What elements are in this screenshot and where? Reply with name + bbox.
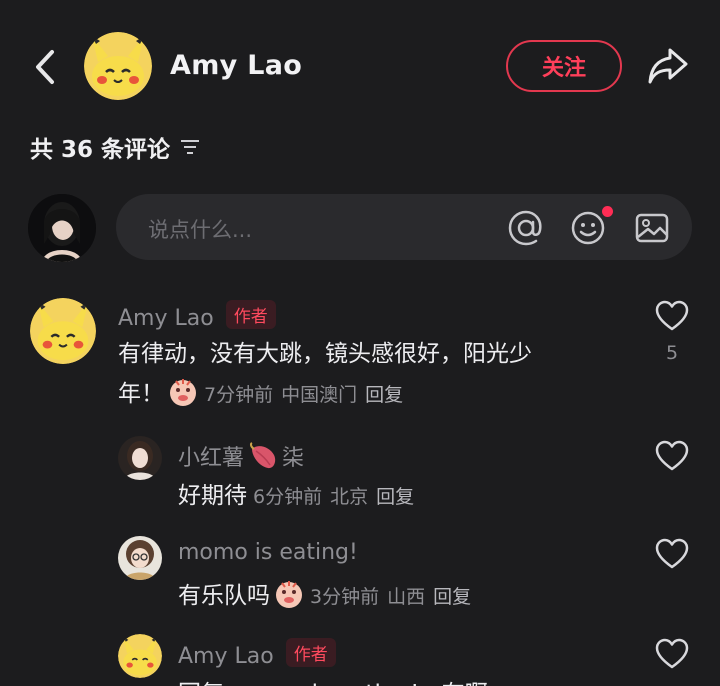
comment-time: 6分钟前 bbox=[253, 486, 323, 508]
comment-input-placeholder: 说点什么... bbox=[148, 218, 253, 242]
commenter-avatar[interactable] bbox=[118, 536, 162, 580]
commenter-name-text: Amy Lao bbox=[118, 306, 214, 331]
comment-text: 回复 momo is eating! : 有啊 bbox=[178, 674, 488, 686]
comment-composer: 说点什么... bbox=[0, 190, 720, 270]
comment-text: 好期待 6分钟前 北京 回复 bbox=[178, 476, 422, 517]
commenter-name[interactable]: 小红薯 柒 bbox=[178, 440, 304, 472]
comment-location: 中国澳门 bbox=[281, 384, 358, 406]
reply-button[interactable]: 回复 bbox=[376, 486, 414, 508]
commenter-avatar[interactable] bbox=[30, 298, 96, 364]
comment-time: 3分钟前 bbox=[310, 586, 380, 608]
like-count: 5 bbox=[665, 342, 679, 364]
follow-button[interactable]: 关注 bbox=[506, 40, 622, 92]
author-badge: 作者 bbox=[285, 638, 336, 667]
commenter-name-suffix: 柒 bbox=[282, 446, 305, 471]
comment-meta: 6分钟前 北京 回复 bbox=[253, 486, 422, 508]
comment-text-line: 有律动，没有大跳，镜头感很好，阳光少 bbox=[118, 341, 532, 367]
comment-count-row: 共 36 条评论 bbox=[30, 130, 202, 164]
sticker-icon bbox=[170, 379, 196, 406]
comment-time: 7分钟前 bbox=[204, 384, 274, 406]
author-badge: 作者 bbox=[225, 300, 276, 329]
commenter-name[interactable]: Amy Lao 作者 bbox=[118, 300, 276, 331]
commenter-name-text: Amy Lao bbox=[178, 644, 274, 669]
comment-text-line-2: 年！ 7分钟前 中国澳门 回复 bbox=[118, 374, 532, 415]
image-icon[interactable] bbox=[632, 208, 672, 248]
comment-item: Amy Lao 作者 有律动，没有大跳，镜头感很好，阳光少 年！ 7分钟前 中国澳门回… bbox=[0, 290, 720, 420]
heart-icon[interactable] bbox=[654, 538, 690, 570]
my-avatar[interactable] bbox=[28, 194, 96, 262]
reply-item: 小红薯 柒 好期待 6分钟前 北京 回复 bbox=[0, 430, 720, 520]
author-avatar[interactable] bbox=[84, 32, 152, 100]
reply-item: Amy Lao 作者 回复 momo is eating! : 有啊 bbox=[0, 630, 720, 686]
sweet-potato-icon bbox=[249, 442, 276, 469]
comment-text-body: 好期待 bbox=[178, 483, 247, 509]
comment-input[interactable]: 说点什么... bbox=[116, 194, 692, 260]
heart-icon[interactable] bbox=[654, 300, 690, 332]
comment-meta: 7分钟前 中国澳门 回复 bbox=[204, 384, 411, 406]
author-name[interactable]: Amy Lao bbox=[170, 50, 302, 81]
sticker-icon bbox=[276, 581, 302, 608]
at-icon[interactable] bbox=[506, 208, 546, 248]
reply-item: momo is eating! 有乐队吗 3分钟前 山西 回复 bbox=[0, 530, 720, 620]
comment-meta: 3分钟前 山西 回复 bbox=[310, 586, 479, 608]
commenter-name-prefix: 小红薯 bbox=[178, 446, 245, 471]
commenter-avatar[interactable] bbox=[118, 634, 162, 678]
back-icon[interactable] bbox=[28, 44, 64, 90]
reply-button[interactable]: 回复 bbox=[433, 586, 471, 608]
reply-button[interactable]: 回复 bbox=[365, 384, 403, 406]
share-icon[interactable] bbox=[644, 42, 692, 90]
commenter-name[interactable]: momo is eating! bbox=[178, 540, 358, 565]
comment-text: 有乐队吗 3分钟前 山西 回复 bbox=[178, 576, 479, 617]
commenter-name[interactable]: Amy Lao 作者 bbox=[178, 638, 336, 669]
comment-text-body: 有乐队吗 bbox=[178, 583, 270, 609]
comment-text: 有律动，没有大跳，镜头感很好，阳光少 年！ 7分钟前 中国澳门 回复 bbox=[118, 334, 532, 415]
emoji-notification-dot bbox=[602, 206, 613, 217]
heart-icon[interactable] bbox=[654, 440, 690, 472]
comment-location: 山西 bbox=[387, 586, 426, 608]
heart-icon[interactable] bbox=[654, 638, 690, 670]
filter-icon[interactable] bbox=[178, 135, 202, 159]
comment-count: 共 36 条评论 bbox=[30, 137, 171, 163]
header: Amy Lao 关注 bbox=[0, 0, 720, 130]
comment-text-end: 年！ bbox=[118, 381, 164, 407]
comment-location: 北京 bbox=[330, 486, 369, 508]
commenter-avatar[interactable] bbox=[118, 436, 162, 480]
